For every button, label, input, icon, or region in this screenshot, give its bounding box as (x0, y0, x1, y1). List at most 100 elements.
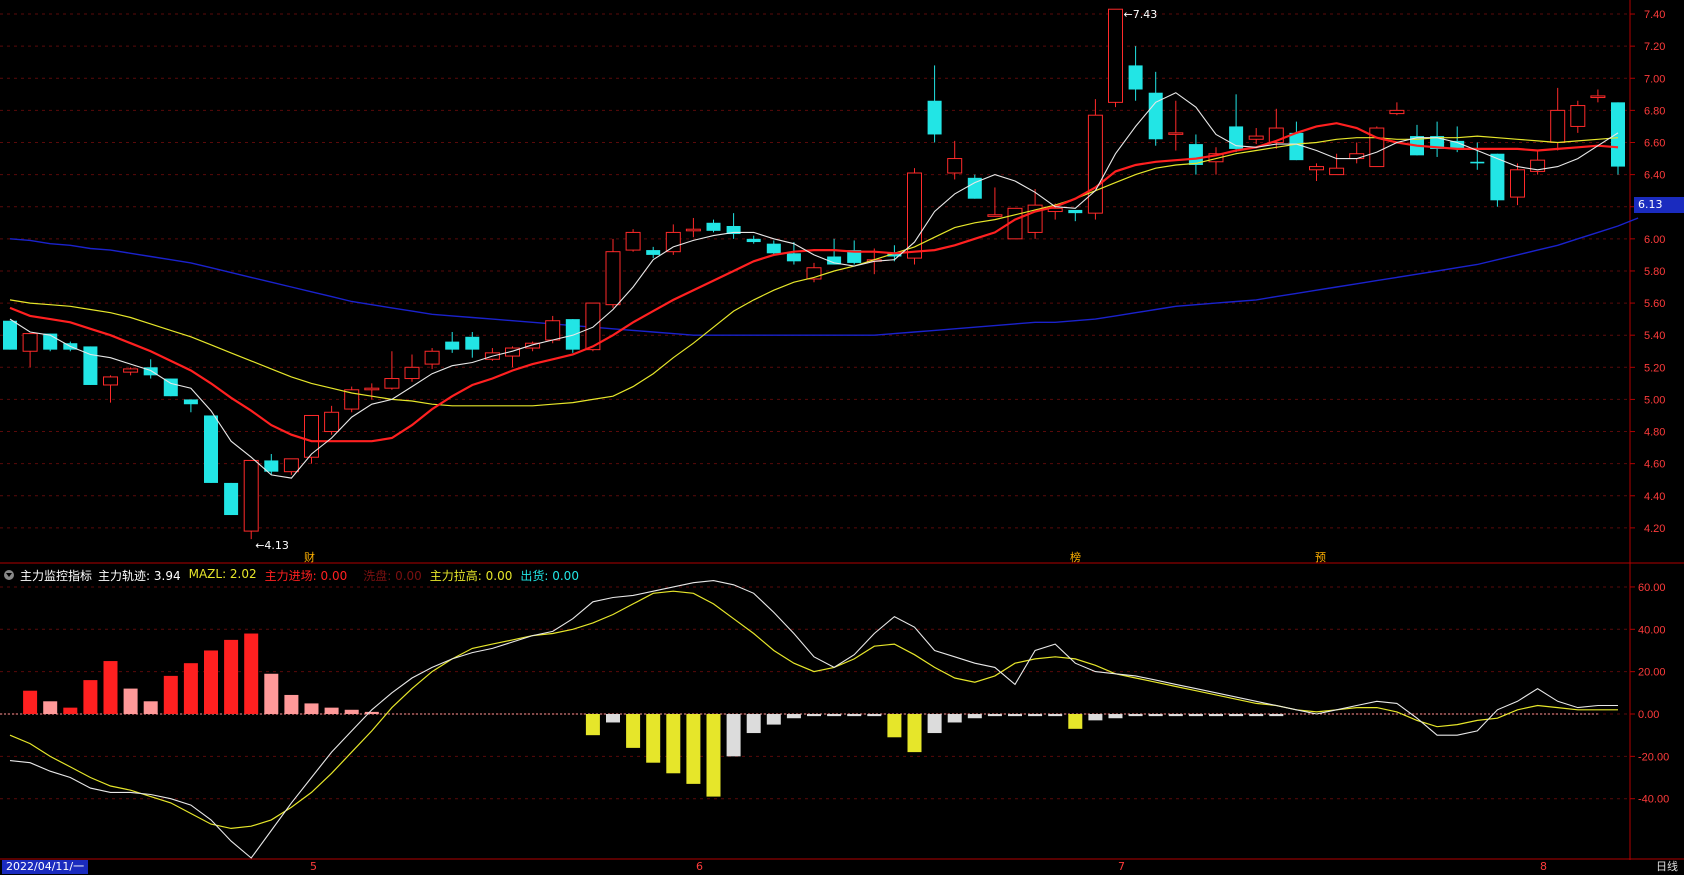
indicator-header: 主力监控指标 主力轨迹: 3.94 MAZL: 2.02 主力进场: 0.00 洗盘:… (4, 566, 579, 584)
indicator-lines (9, 580, 1618, 859)
dropdown-icon[interactable] (4, 570, 14, 580)
histogram-bar (344, 709, 359, 714)
y-tick-label: 6.60 (1644, 137, 1665, 149)
y-tick-label: -20.00 (1638, 751, 1669, 763)
current-price-tag: 6.13 (1634, 197, 1684, 213)
candle-body (1349, 153, 1365, 160)
y-tick-label: 4.40 (1644, 491, 1665, 503)
histogram-bar (786, 714, 801, 719)
candle-body (1570, 105, 1586, 127)
candle-body (163, 378, 178, 397)
histogram-bar (887, 714, 902, 738)
histogram-bar (1188, 714, 1203, 717)
histogram-bar (1128, 714, 1143, 717)
histogram-bar (766, 714, 781, 725)
histogram-bar (606, 714, 620, 723)
y-tick-label: 4.80 (1644, 427, 1665, 439)
histogram-bar (23, 690, 38, 714)
histogram-bar (1229, 714, 1244, 717)
candle-body (1168, 132, 1184, 135)
month-7: 7 (1118, 860, 1125, 873)
marker-cai[interactable]: 财 (304, 551, 315, 564)
histogram-bar (204, 650, 218, 714)
candle-body (364, 387, 380, 391)
candle-body (1248, 135, 1264, 140)
candle-body (1087, 114, 1103, 214)
y-tick-label: 60.00 (1638, 582, 1666, 594)
month-8: 8 (1540, 860, 1547, 873)
histogram-bar (1249, 714, 1264, 717)
candle-body (1108, 8, 1123, 103)
candle-body (1369, 127, 1385, 168)
histogram-bar (1148, 714, 1163, 717)
candle-body (1068, 209, 1083, 214)
candle-body (123, 368, 139, 373)
histogram-bar (1068, 714, 1083, 729)
histogram-bar (626, 714, 641, 748)
histogram-bar (1168, 714, 1183, 717)
candle-body (324, 411, 340, 433)
y-tick-label: 7.40 (1644, 9, 1665, 21)
candle-body (304, 414, 319, 458)
low-annotation: ←4.13 (255, 539, 289, 552)
histogram-bar (304, 703, 319, 714)
candle-body (605, 251, 621, 306)
y-tick-label: 0.00 (1638, 709, 1659, 721)
y-tick-label: 6.40 (1644, 170, 1665, 182)
candle-body (646, 250, 661, 255)
candle-body (1289, 132, 1304, 161)
period-label[interactable]: 日线 (1656, 860, 1678, 874)
histogram-bar (163, 675, 178, 714)
candle-body (947, 158, 963, 174)
histogram-bar (706, 714, 721, 797)
candle-body (1128, 65, 1143, 90)
candle-body (3, 320, 17, 350)
indicator-item: 主力进场: 0.00 (264, 568, 348, 583)
y-tick-label: 40.00 (1638, 624, 1666, 636)
high-annotation: ←7.43 (1124, 8, 1158, 21)
histogram-bar (907, 714, 922, 753)
histogram-bar (364, 711, 379, 714)
marker-yu[interactable]: 预 (1315, 551, 1326, 564)
histogram-bar (1088, 714, 1103, 721)
histogram-bar (264, 673, 279, 714)
candle-body (987, 214, 1003, 217)
histogram-bar (807, 714, 821, 717)
candle-body (43, 333, 58, 350)
histogram-bar (43, 701, 58, 714)
start-date: 2022/04/11/一 (2, 860, 89, 874)
candle-body (103, 376, 118, 386)
candle-body (1550, 109, 1566, 143)
candle-body (283, 458, 299, 473)
histogram-bar (1209, 714, 1223, 717)
histogram-bar (123, 688, 138, 714)
month-6: 6 (696, 860, 703, 873)
candle-body (1309, 166, 1324, 171)
chart-canvas[interactable]: 7.407.207.006.806.606.406.206.005.805.60… (0, 0, 1684, 875)
ma60-line (9, 217, 1639, 336)
candle-body (1470, 161, 1485, 164)
histogram-bar (666, 714, 681, 774)
candle-body (565, 319, 580, 350)
candle-body (183, 399, 198, 405)
y-tick-label: 5.00 (1644, 394, 1665, 406)
indicator-item: 出货: 0.00 (520, 568, 579, 583)
candle-body (927, 100, 942, 135)
y-tick-label: 5.20 (1644, 362, 1665, 374)
indicator-name[interactable]: 主力监控指标 (20, 567, 92, 584)
candle-body (685, 228, 701, 232)
histogram-bar (646, 714, 661, 763)
candle-body (224, 482, 239, 516)
candle-body (766, 243, 781, 254)
histogram-bar (244, 633, 259, 714)
histogram-bar (827, 714, 842, 717)
ma60-series (9, 217, 1639, 336)
y-tick-label: 7.20 (1644, 41, 1665, 53)
candle-body (1590, 95, 1606, 99)
histogram-bar (1048, 714, 1063, 717)
histogram-bar (224, 639, 239, 714)
histogram-bar (726, 714, 741, 757)
y-tick-label: 7.00 (1644, 73, 1665, 85)
y-tick-label: -40.00 (1638, 794, 1669, 806)
marker-bang[interactable]: 榜 (1070, 551, 1081, 564)
